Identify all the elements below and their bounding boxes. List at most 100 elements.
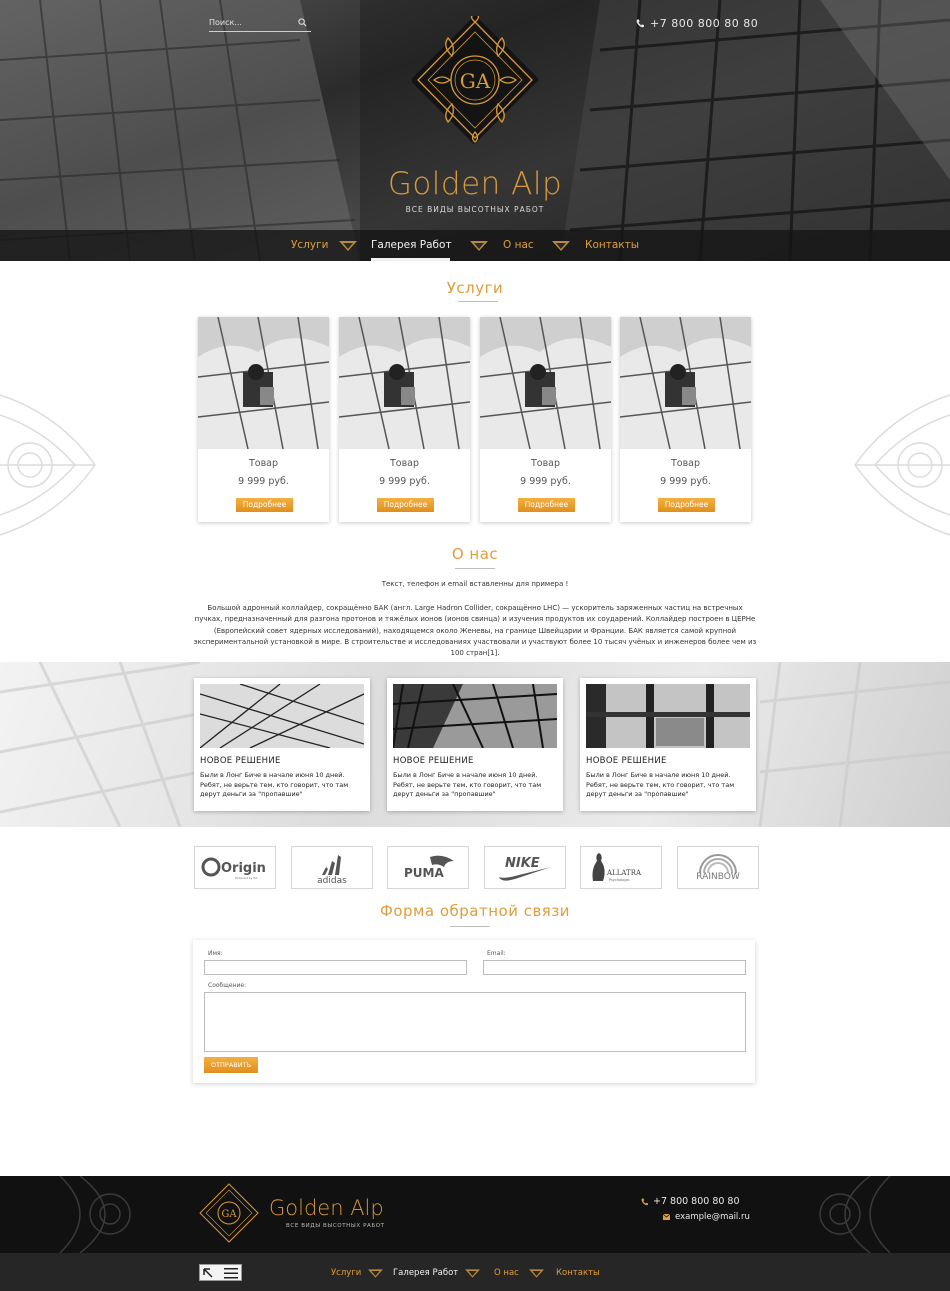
news-image — [393, 684, 557, 748]
golden-alp-emblem-icon: GA — [412, 16, 538, 144]
header-hero: +7 800 800 80 80 GA Golden Alp ВСЕ ВИДЫ … — [0, 0, 950, 261]
badge-arrow-icon — [203, 1268, 238, 1279]
allatra-logo-text: ALLATRA — [606, 869, 642, 877]
left-ornament-icon — [0, 394, 96, 536]
nav-separator-icon — [339, 241, 357, 251]
footer-email[interactable]: example@mail.ru — [663, 1212, 750, 1222]
puma-logo-icon: PUMA — [404, 855, 454, 880]
footer-nav-separator-icon — [529, 1269, 544, 1278]
product-name: Товар — [670, 458, 701, 469]
brand-logo-allatra[interactable]: ALLATRA Psychologic — [580, 846, 662, 889]
news-title: НОВОЕ РЕШЕНИЕ — [586, 756, 667, 766]
news-text: Были в Лонг Биче в начале июня 10 дней. … — [393, 771, 542, 798]
email-label: Email: — [487, 950, 506, 957]
product-price: 9 999 руб. — [660, 476, 711, 487]
news-card[interactable]: НОВОЕ РЕШЕНИЕ Были в Лонг Биче в начале … — [387, 678, 563, 811]
footer-nav-contacts[interactable]: Контакты — [556, 1268, 600, 1278]
about-body-text: Большой адронный коллайдер, сокращённо Б… — [193, 604, 757, 658]
footer-nav-about[interactable]: О нас — [494, 1268, 519, 1278]
brand-logo-puma[interactable]: PUMA — [387, 846, 469, 889]
news-image — [200, 684, 364, 748]
allatra-logo-subtext: Psychologic — [609, 878, 630, 882]
news-title: НОВОЕ РЕШЕНИЕ — [393, 756, 474, 766]
submit-button[interactable]: ОТПРАВИТЬ — [204, 1057, 258, 1073]
brand-logo-rainbow[interactable]: RAINBOW — [677, 846, 759, 889]
product-image — [480, 317, 611, 449]
main-nav: Услуги Галерея Работ О нас Контакты — [0, 230, 950, 261]
search-input[interactable] — [209, 14, 295, 30]
product-details-button[interactable]: Подробнее — [518, 498, 575, 512]
envelope-icon — [663, 1214, 670, 1220]
footer-brand-title: Golden Alp — [269, 1196, 384, 1220]
nike-logo-icon: NIKE — [499, 856, 551, 881]
footer-nav-separator-icon — [368, 1269, 383, 1278]
news-text: Были в Лонг Биче в начале июня 10 дней. … — [586, 771, 735, 798]
about-title-underline — [455, 568, 495, 569]
nav-item-about[interactable]: О нас — [503, 239, 534, 251]
product-price: 9 999 руб. — [379, 476, 430, 487]
feedback-form-title: Форма обратной связи — [379, 902, 571, 920]
rainbow-logo-icon: RAINBOW — [696, 854, 740, 882]
product-image — [620, 317, 751, 449]
message-textarea[interactable] — [204, 992, 746, 1052]
footer-email-address: example@mail.ru — [675, 1212, 750, 1222]
news-image — [586, 684, 750, 748]
news-title: НОВОЕ РЕШЕНИЕ — [200, 756, 281, 766]
news-card[interactable]: НОВОЕ РЕШЕНИЕ Были в Лонг Биче в начале … — [194, 678, 370, 811]
form-title-underline — [450, 926, 490, 927]
nav-item-gallery[interactable]: Галерея Работ — [371, 239, 452, 251]
brand-title: Golden Alp — [387, 166, 563, 202]
footer-ornament-pattern — [59, 1176, 891, 1253]
brand-logo-nike[interactable]: NIKE — [484, 846, 566, 889]
services-title: Услуги — [446, 279, 504, 297]
brand-logo-origin[interactable]: Origin Powered by EA — [194, 846, 276, 889]
services-title-underline — [458, 301, 498, 302]
product-details-button[interactable]: Подробнее — [236, 498, 293, 512]
news-card[interactable]: НОВОЕ РЕШЕНИЕ Были в Лонг Биче в начале … — [580, 678, 756, 811]
origin-logo-subtext: Powered by EA — [235, 876, 258, 880]
rainbow-logo-text: RAINBOW — [696, 872, 740, 882]
adidas-logo-text: adidas — [317, 876, 347, 886]
puma-logo-text: PUMA — [404, 866, 444, 880]
search-icon[interactable] — [298, 18, 307, 27]
product-details-button[interactable]: Подробнее — [377, 498, 434, 512]
footer-phone[interactable]: +7 800 800 80 80 — [641, 1196, 740, 1207]
header-phone-number: +7 800 800 80 80 — [650, 17, 759, 30]
footer-brand-subtitle: ВСЕ ВИДЫ ВЫСОТНЫХ РАБОТ — [286, 1223, 385, 1229]
product-name: Товар — [248, 458, 279, 469]
origin-logo-text: Origin — [221, 861, 266, 876]
product-price: 9 999 руб. — [238, 476, 289, 487]
nav-item-services[interactable]: Услуги — [291, 239, 328, 251]
footer — [0, 1176, 950, 1253]
email-field[interactable] — [483, 960, 746, 975]
message-label: Сообщение: — [208, 982, 247, 989]
product-details-button[interactable]: Подробнее — [658, 498, 715, 512]
nav-item-contacts[interactable]: Контакты — [585, 239, 639, 251]
phone-icon — [641, 1198, 648, 1205]
search-box[interactable] — [209, 14, 311, 32]
product-card: Товар 9 999 руб. Подробнее — [339, 317, 470, 522]
footer-nav-gallery[interactable]: Галерея Работ — [393, 1268, 458, 1278]
active-nav-underline — [371, 258, 450, 261]
adidas-logo-icon: adidas — [317, 855, 347, 886]
name-label: Имя: — [208, 950, 223, 957]
nike-logo-text: NIKE — [505, 856, 540, 871]
about-lead-text: Текст, телефон и email вставленны для пр… — [381, 580, 569, 588]
footer-nav-services[interactable]: Услуги — [331, 1268, 361, 1278]
product-card: Товар 9 999 руб. Подробнее — [480, 317, 611, 522]
product-card: Товар 9 999 руб. Подробнее — [620, 317, 751, 522]
footer-badge[interactable] — [199, 1264, 242, 1281]
nav-separator-icon — [552, 241, 570, 251]
header-phone[interactable]: +7 800 800 80 80 — [636, 17, 758, 30]
phone-icon — [636, 19, 644, 28]
footer-nav-separator-icon — [465, 1269, 480, 1278]
product-name: Товар — [389, 458, 420, 469]
about-title: О нас — [451, 545, 499, 563]
product-image — [198, 317, 329, 449]
nav-separator-icon — [470, 241, 488, 251]
brand-logo-adidas[interactable]: adidas — [291, 846, 373, 889]
allatra-logo-icon: ALLATRA Psychologic — [592, 853, 642, 882]
footer-phone-number: +7 800 800 80 80 — [653, 1196, 740, 1207]
name-field[interactable] — [204, 960, 467, 975]
origin-logo-icon: Origin Powered by EA — [201, 857, 266, 880]
